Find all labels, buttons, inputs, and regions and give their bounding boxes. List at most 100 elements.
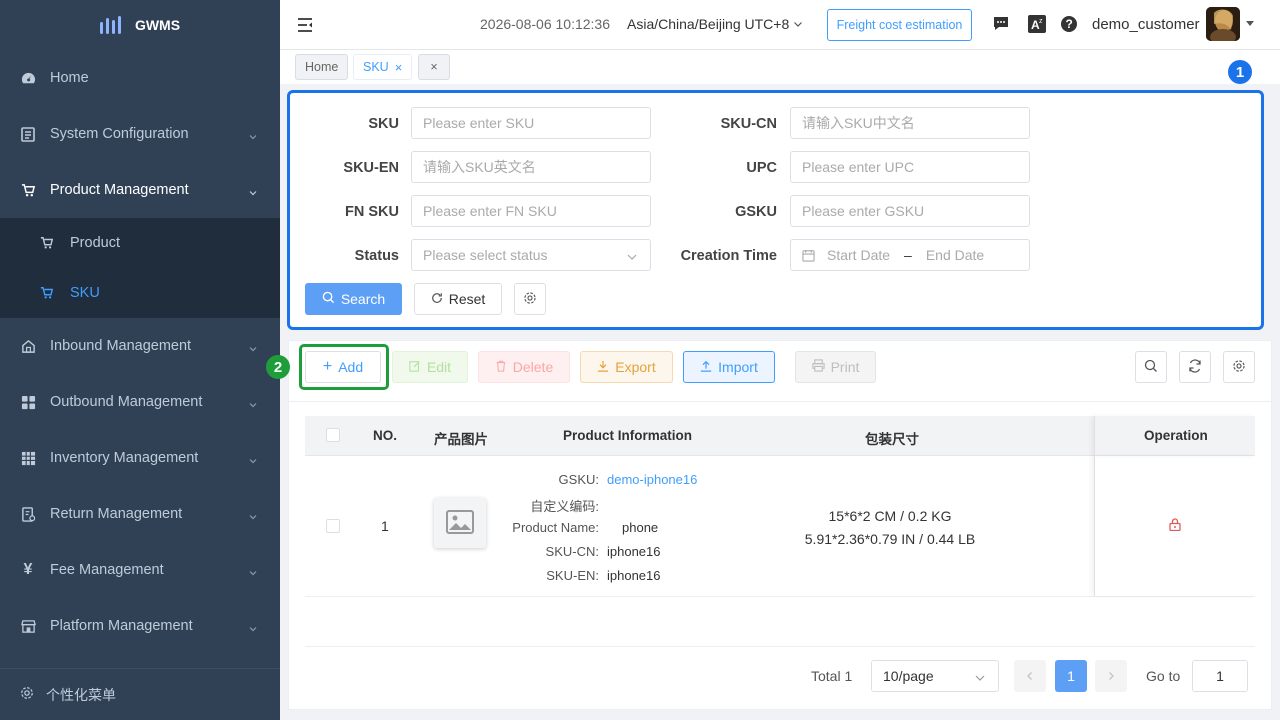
- sidebar-item-label: Inbound Management: [50, 338, 192, 354]
- sidebar-subitem-sku[interactable]: SKU: [0, 268, 280, 318]
- cart-icon: [20, 182, 36, 198]
- status-select[interactable]: Please select status: [411, 239, 651, 271]
- edit-icon: [409, 359, 421, 375]
- sku-en-key: SKU-EN:: [546, 568, 599, 583]
- product-submenu: Product SKU: [0, 218, 280, 318]
- translate-icon[interactable]: Az: [1028, 15, 1046, 33]
- row-checkbox[interactable]: [326, 519, 340, 533]
- reset-button-label: Reset: [448, 291, 486, 307]
- tag-sku[interactable]: SKU ×: [353, 54, 413, 80]
- chevron-down-icon: [974, 671, 986, 687]
- gear-icon: [1232, 359, 1246, 376]
- brand[interactable]: GWMS: [0, 0, 280, 50]
- sidebar-item-product-management[interactable]: Product Management: [0, 162, 280, 218]
- upc-label: UPC: [746, 160, 777, 176]
- package-size-imperial: 5.91*2.36*0.79 IN / 0.44 LB: [804, 531, 976, 547]
- brand-logo-icon: [99, 16, 121, 34]
- timezone-select[interactable]: Asia/China/Beijing UTC+8: [627, 16, 803, 32]
- next-page-button[interactable]: [1095, 660, 1127, 692]
- user-menu-caret-icon[interactable]: [1246, 21, 1254, 26]
- creation-date-range[interactable]: Start Date – End Date: [790, 239, 1030, 271]
- start-date-placeholder[interactable]: Start Date: [827, 247, 890, 263]
- upc-input[interactable]: Please enter UPC: [790, 151, 1030, 183]
- chevron-down-icon: [248, 565, 258, 581]
- tag-home[interactable]: Home: [295, 54, 349, 80]
- freight-cost-estimation-button[interactable]: Freight cost estimation: [827, 9, 972, 41]
- reset-button[interactable]: Reset: [414, 283, 502, 315]
- gsku-input[interactable]: Please enter GSKU: [790, 195, 1030, 227]
- sidebar-item-home[interactable]: Home: [0, 50, 280, 106]
- avatar[interactable]: [1206, 7, 1240, 41]
- sidebar-item-outbound-management[interactable]: Outbound Management: [0, 374, 280, 430]
- close-all-tags-button[interactable]: ×: [418, 54, 450, 80]
- sidebar-item-inbound-management[interactable]: Inbound Management: [0, 318, 280, 374]
- callout-badge-1: 1: [1228, 60, 1252, 84]
- edit-button-label: Edit: [426, 359, 452, 375]
- yen-icon: ¥: [23, 561, 33, 578]
- end-date-placeholder[interactable]: End Date: [926, 247, 984, 263]
- column-settings-button[interactable]: [1223, 351, 1255, 383]
- sidebar-item-fee-management[interactable]: ¥ Fee Management: [0, 542, 280, 598]
- plus-icon: +: [322, 358, 333, 375]
- sidebar-subitem-product[interactable]: Product: [0, 218, 280, 268]
- refresh-icon: [1188, 358, 1202, 376]
- table-row: 1 GSKU: demo-iphone16 自定义编码: Product Nam…: [305, 456, 1255, 597]
- svg-text:?: ?: [1066, 17, 1073, 31]
- prev-page-button[interactable]: [1014, 660, 1046, 692]
- search-settings-button[interactable]: [514, 283, 546, 315]
- personalize-menu-button[interactable]: 个性化菜单: [0, 668, 280, 720]
- tag-label: Home: [305, 60, 339, 74]
- table-icon: [20, 450, 36, 466]
- dashboard-icon: [20, 70, 36, 86]
- operation-cell: [1094, 456, 1255, 596]
- chevron-down-icon: [793, 16, 803, 32]
- gsku-link[interactable]: demo-iphone16: [607, 472, 697, 487]
- sku-cn-label: SKU-CN: [720, 116, 777, 132]
- import-button[interactable]: Import: [683, 351, 775, 383]
- grid-icon: [20, 394, 36, 410]
- select-all-checkbox[interactable]: [326, 428, 340, 442]
- sidebar: GWMS Home System Configuration Product M…: [0, 0, 280, 720]
- sku-input-placeholder: Please enter SKU: [423, 115, 535, 131]
- help-icon[interactable]: ?: [1060, 15, 1078, 33]
- tags-bar: Home SKU × × 1: [280, 50, 1280, 84]
- export-button-label: Export: [615, 359, 656, 375]
- refresh-button[interactable]: [1179, 351, 1211, 383]
- chevron-right-icon: [1106, 668, 1116, 684]
- sidebar-item-system-configuration[interactable]: System Configuration: [0, 106, 280, 162]
- goto-page-input[interactable]: 1: [1192, 660, 1248, 692]
- sku-input[interactable]: Please enter SKU: [411, 107, 651, 139]
- date-separator: –: [904, 247, 912, 263]
- lock-icon[interactable]: [1169, 518, 1181, 534]
- document-icon: [20, 126, 36, 142]
- page-1-button[interactable]: 1: [1055, 660, 1087, 692]
- status-select-placeholder: Please select status: [423, 247, 548, 263]
- gsku-key: GSKU:: [558, 472, 599, 487]
- collapse-menu-icon[interactable]: [297, 17, 313, 36]
- sidebar-item-inventory-management[interactable]: Inventory Management: [0, 430, 280, 486]
- sidebar-item-return-management[interactable]: Return Management: [0, 486, 280, 542]
- username[interactable]: demo_customer: [1092, 16, 1200, 33]
- export-button[interactable]: Export: [580, 351, 673, 383]
- edit-button[interactable]: Edit: [392, 351, 468, 383]
- delete-button[interactable]: Delete: [478, 351, 570, 383]
- close-icon[interactable]: ×: [395, 60, 403, 75]
- table-footer-divider: [305, 646, 1255, 647]
- search-button[interactable]: Search: [305, 283, 402, 315]
- add-button[interactable]: + Add: [305, 351, 381, 383]
- sku-en-input[interactable]: 请输入SKU英文名: [411, 151, 651, 183]
- message-icon[interactable]: [992, 15, 1010, 33]
- page-size-select[interactable]: 10/page: [871, 660, 999, 692]
- download-icon: [597, 359, 609, 375]
- sidebar-item-platform-management[interactable]: Platform Management: [0, 598, 280, 654]
- toolbar-divider: [289, 401, 1271, 402]
- print-button[interactable]: Print: [795, 351, 876, 383]
- toggle-search-button[interactable]: [1135, 351, 1167, 383]
- trash-icon: [495, 359, 507, 375]
- store-icon: [20, 618, 36, 634]
- sku-cn-input[interactable]: 请输入SKU中文名: [790, 107, 1030, 139]
- table-header: NO. 产品图片 Product Information 包装尺寸 Operat…: [305, 416, 1255, 456]
- page-size-value: 10/page: [883, 668, 934, 684]
- fn-sku-input[interactable]: Please enter FN SKU: [411, 195, 651, 227]
- status-label: Status: [354, 248, 399, 264]
